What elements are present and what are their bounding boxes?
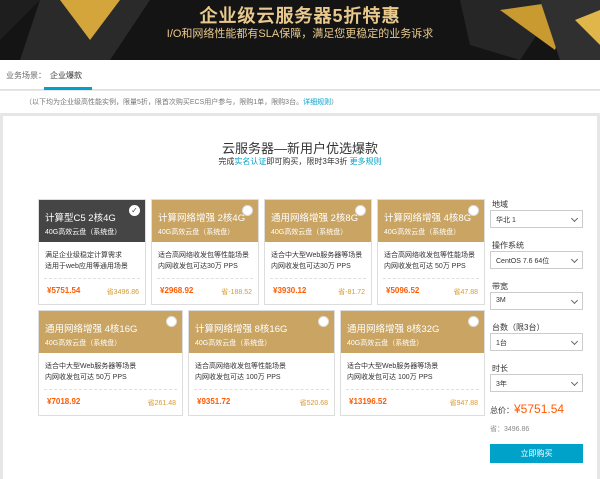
card-save: 省261.48: [147, 400, 176, 407]
card-desc: 适合中大型Web服务器等场景: [45, 363, 137, 370]
card-price: ¥3930.12: [273, 286, 307, 295]
banner-subtitle: I/O和网络性能都有SLA保障，满足您更稳定的业务诉求: [166, 28, 434, 40]
count-label: 台数（限3台）: [492, 323, 545, 332]
duration-select[interactable]: 3年: [490, 374, 583, 392]
card-name: 计算网络增强 8核16G: [195, 324, 288, 335]
card-price: ¥13196.52: [349, 397, 387, 406]
card-name: 计算网络增强 2核4G: [158, 213, 246, 224]
chevron-down-icon: [570, 296, 579, 305]
notice-text: （以下均为企业级高性能实例，限量5折，限首次购买ECS用户参与，限购1单，限购3…: [25, 99, 304, 106]
product-card[interactable]: 通用网络增强 2核8G 40G高效云盘（系统盘） 适合中大型Web服务器等场景 …: [264, 199, 372, 305]
card-disk: 40G高效云盘（系统盘）: [271, 229, 348, 236]
product-card[interactable]: ✓ 计算型C5 2核4G 40G高效云盘（系统盘） 满足企业级稳定计算需求 适用…: [38, 199, 146, 305]
card-desc: 内网收发包可达30万 PPS: [158, 263, 238, 270]
promo-banner: 企业级云服务器5折特惠 I/O和网络性能都有SLA保障，满足您更稳定的业务诉求: [0, 0, 600, 60]
card-name: 计算型C5 2核4G: [45, 213, 116, 224]
saving-amount: 省：3496.86: [490, 426, 530, 433]
card-desc: 适合高网络收发包等性能场景: [158, 252, 249, 259]
card-name: 通用网络增强 8核32G: [347, 324, 440, 335]
card-save: 省520.68: [299, 400, 328, 407]
card-price: ¥9351.72: [197, 397, 231, 406]
card-desc: 适合高网络收发包等性能场景: [195, 363, 286, 370]
region-select[interactable]: 华北 1: [490, 210, 583, 228]
card-desc: 内网收发包可达 100万 PPS: [347, 374, 433, 381]
count-select[interactable]: 1台: [490, 333, 583, 351]
card-desc: 适合中大型Web服务器等场景: [347, 363, 439, 370]
card-name: 通用网络增强 2核8G: [271, 213, 359, 224]
radio-icon[interactable]: [166, 316, 177, 327]
tab-enterprise-hot[interactable]: 企业爆款: [50, 70, 82, 81]
card-desc: 适合高网络收发包等性能场景: [384, 252, 475, 259]
product-card[interactable]: 计算网络增强 4核8G 40G高效云盘（系统盘） 适合高网络收发包等性能场景 内…: [377, 199, 485, 305]
card-desc: 内网收发包可达 50万 PPS: [45, 374, 127, 381]
total-price: 总价：¥5751.54: [490, 402, 565, 416]
card-desc: 内网收发包可达 50万 PPS: [384, 263, 466, 270]
card-name: 计算网络增强 4核8G: [384, 213, 472, 224]
section-title: 云服务器—新用户优选爆款: [221, 141, 378, 156]
check-icon: ✓: [129, 205, 140, 216]
card-name: 通用网络增强 4核16G: [45, 324, 138, 335]
chevron-down-icon: [570, 255, 579, 264]
rules-notice: （以下均为企业级高性能实例，限量5折，限首次购买ECS用户参与，限购1单，限购3…: [0, 91, 600, 113]
scenario-tabs: 业务场景： 企业爆款: [0, 60, 600, 90]
os-select[interactable]: CentOS 7.6 64位: [490, 251, 583, 269]
card-disk: 40G高效云盘（系统盘）: [45, 229, 122, 236]
card-price: ¥7018.92: [47, 397, 81, 406]
radio-icon[interactable]: [318, 316, 329, 327]
duration-label: 时长: [492, 364, 508, 373]
card-price: ¥2968.92: [160, 286, 194, 295]
card-disk: 40G高效云盘（系统盘）: [45, 340, 122, 347]
detail-rules-link[interactable]: 详细规则: [303, 99, 331, 106]
active-tab-underline: [44, 87, 92, 90]
card-disk: 40G高效云盘（系统盘）: [347, 340, 424, 347]
product-card[interactable]: 计算网络增强 8核16G 40G高效云盘（系统盘） 适合高网络收发包等性能场景 …: [188, 310, 335, 416]
buy-now-button[interactable]: 立即购买: [490, 444, 583, 463]
card-save: 省3496.86: [106, 289, 139, 296]
chevron-down-icon: [570, 378, 579, 387]
card-disk: 40G高效云盘（系统盘）: [158, 229, 235, 236]
card-disk: 40G高效云盘（系统盘）: [384, 229, 461, 236]
card-desc: 内网收发包可达 100万 PPS: [195, 374, 281, 381]
card-save: 省-81.72: [338, 289, 365, 296]
product-card[interactable]: 计算网络增强 2核4G 40G高效云盘（系统盘） 适合高网络收发包等性能场景 内…: [151, 199, 259, 305]
card-save: 省47.88: [453, 289, 478, 296]
section-subtitle: 完成实名认证即可购买，限时3年3折 更多规则: [218, 157, 382, 166]
card-desc: 适合中大型Web服务器等场景: [271, 252, 363, 259]
bandwidth-label: 带宽: [492, 282, 508, 291]
region-label: 地域: [492, 200, 508, 209]
card-desc: 适用于web应用等通用场景: [45, 263, 128, 270]
chevron-down-icon: [570, 214, 579, 223]
card-desc: 满足企业级稳定计算需求: [45, 252, 122, 259]
bandwidth-select[interactable]: 3M: [490, 292, 583, 310]
card-price: ¥5096.52: [386, 286, 420, 295]
product-card[interactable]: 通用网络增强 4核16G 40G高效云盘（系统盘） 适合中大型Web服务器等场景…: [38, 310, 183, 416]
more-rules-link[interactable]: 更多规则: [350, 157, 382, 166]
real-name-auth-link[interactable]: 实名认证: [234, 157, 266, 166]
card-price: ¥5751.54: [47, 286, 81, 295]
card-desc: 内网收发包可达30万 PPS: [271, 263, 351, 270]
card-save: 省947.88: [449, 400, 478, 407]
radio-icon[interactable]: [468, 316, 479, 327]
chevron-down-icon: [570, 337, 579, 346]
os-label: 操作系统: [492, 241, 524, 250]
scenario-label: 业务场景：: [6, 71, 46, 80]
product-card[interactable]: 通用网络增强 8核32G 40G高效云盘（系统盘） 适合中大型Web服务器等场景…: [340, 310, 485, 416]
card-disk: 40G高效云盘（系统盘）: [195, 340, 272, 347]
card-save: 省-188.52: [221, 289, 252, 296]
